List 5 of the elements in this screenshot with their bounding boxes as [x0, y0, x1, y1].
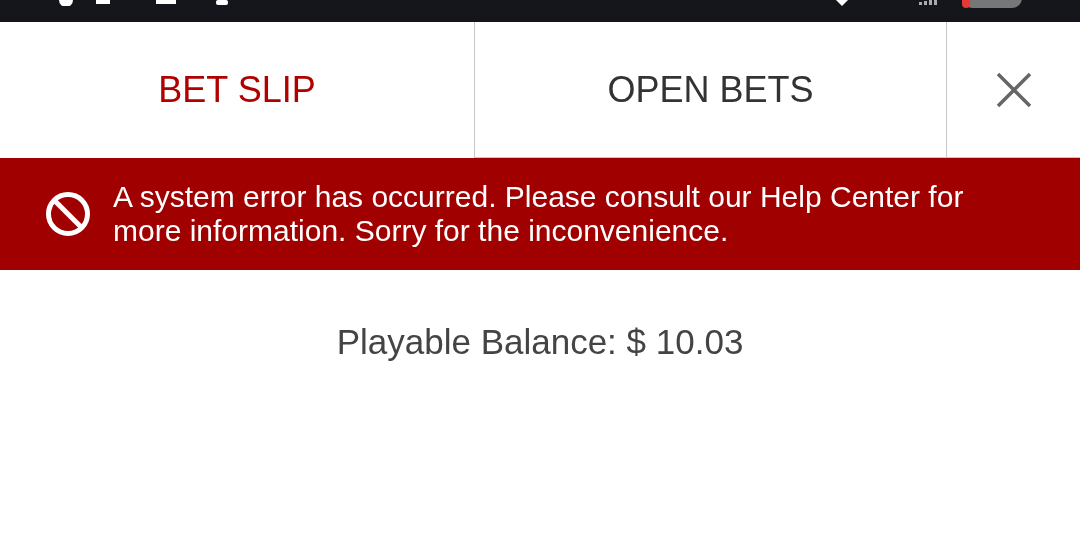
prohibited-icon	[45, 191, 91, 237]
playable-balance: Playable Balance: $ 10.03	[336, 321, 744, 363]
tab[interactable]: OPEN BETS	[474, 22, 946, 158]
close-icon	[995, 71, 1032, 108]
error-message: A system error has occurred. Please consult our Help Center for more information. Sorry for the inconvenience.	[113, 180, 965, 248]
